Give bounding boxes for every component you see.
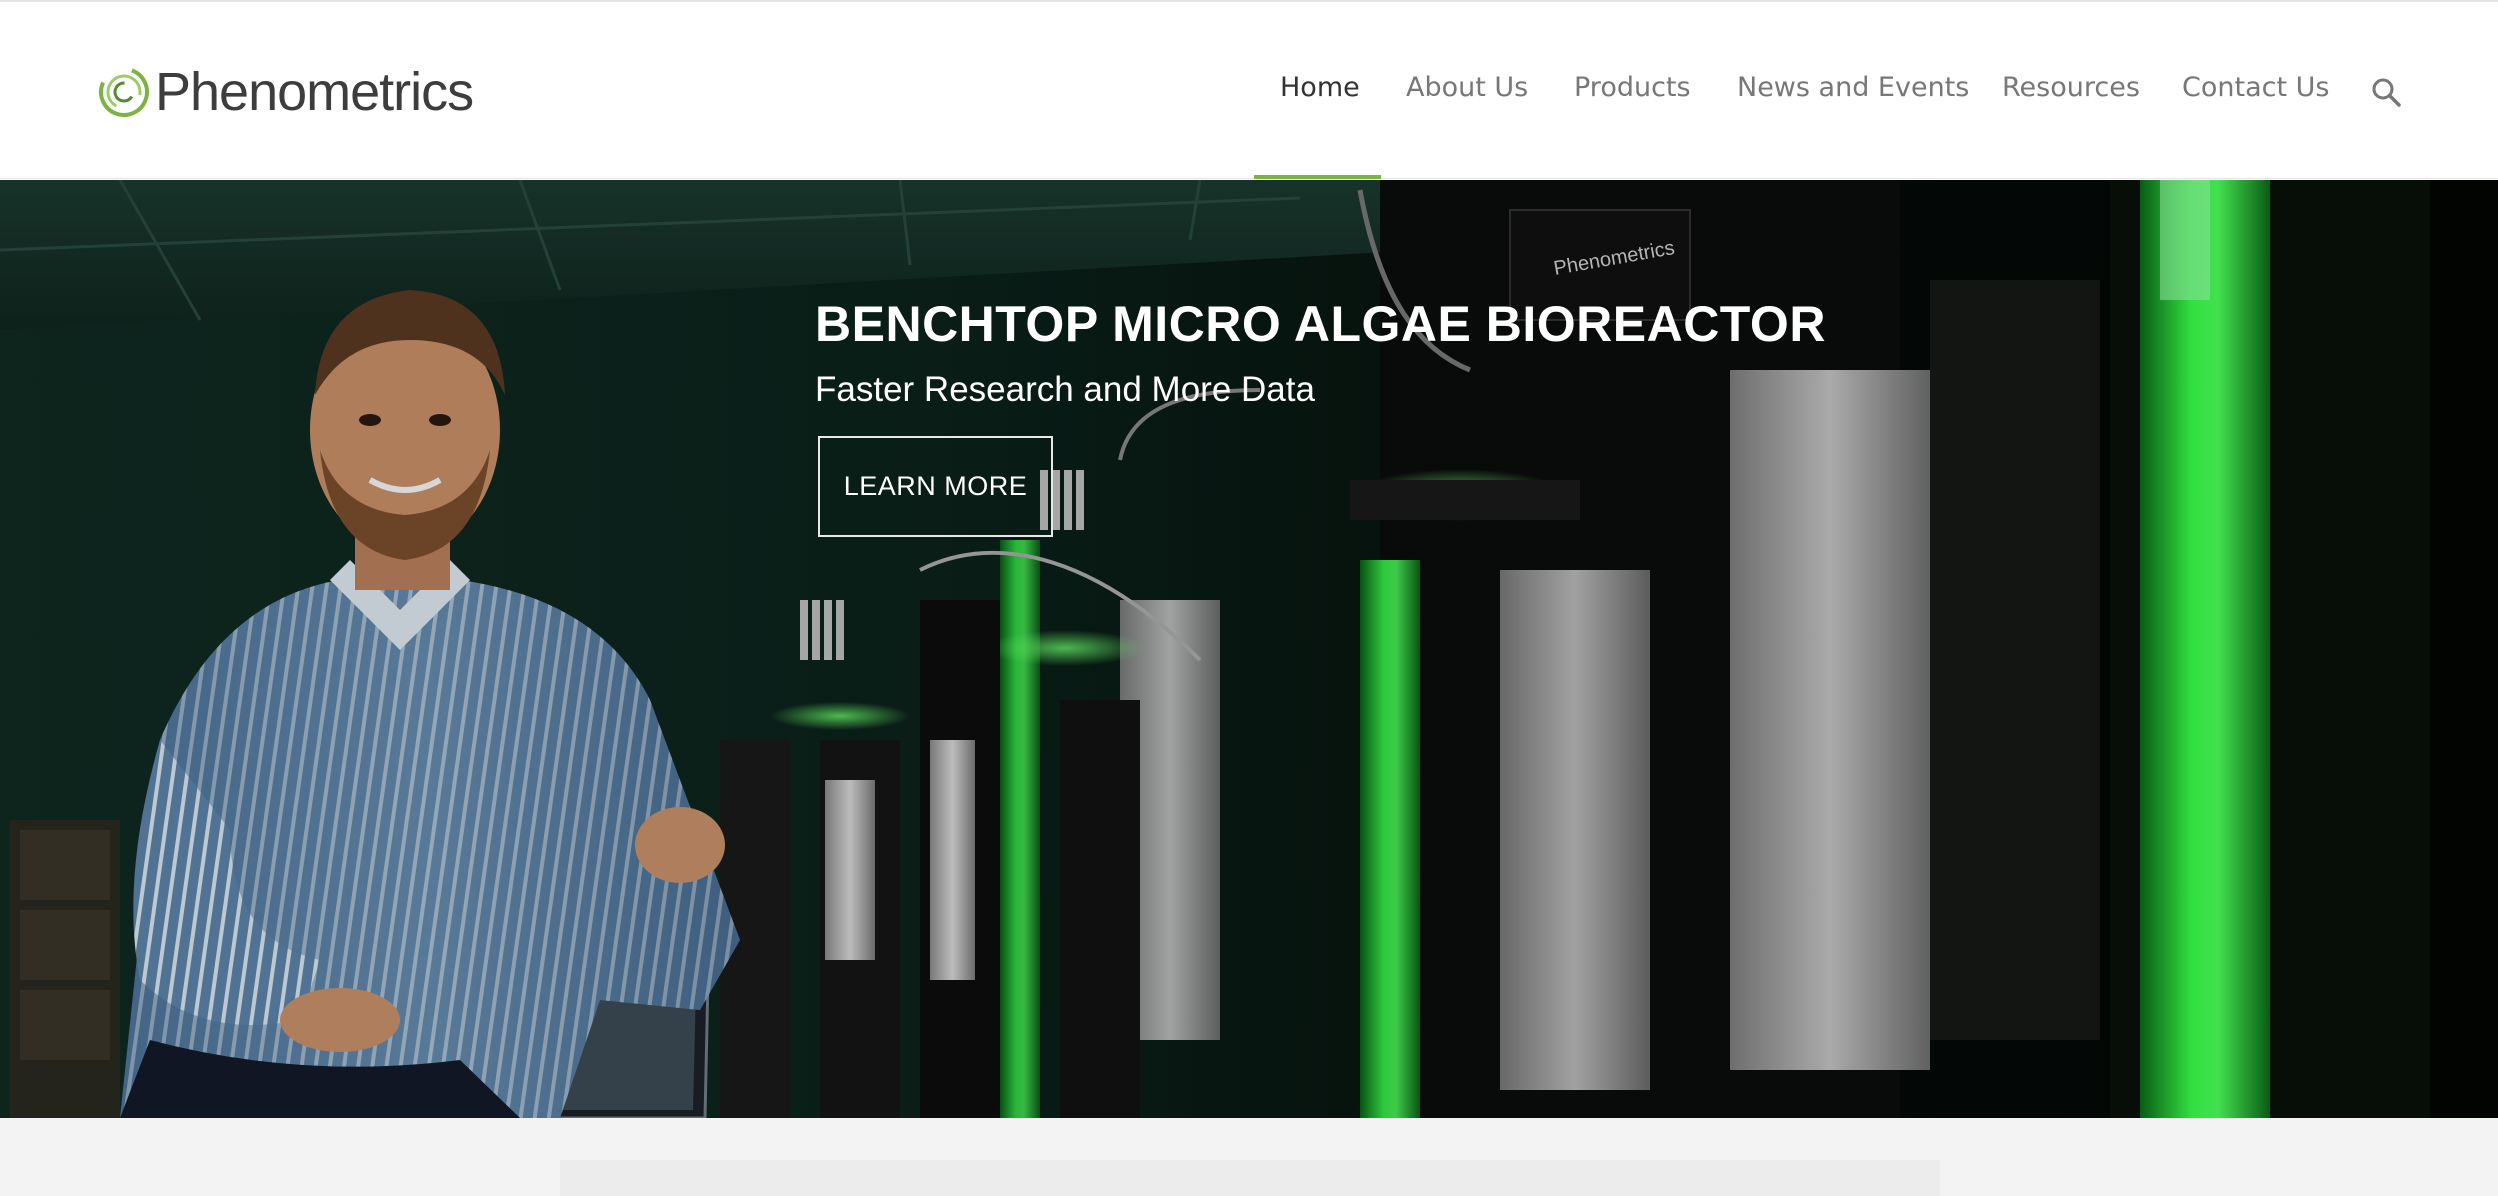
learn-more-button[interactable]: LEARN MORE: [818, 436, 1053, 537]
hero-subtitle: Faster Research and More Data: [815, 370, 1315, 409]
nav-products[interactable]: Products: [1574, 72, 1691, 103]
nav-about-us[interactable]: About Us: [1406, 72, 1528, 103]
hero-banner: Phenometrics BENCHTOP MICRO ALGAE BIOREA…: [0, 180, 2498, 1118]
active-nav-indicator: [1254, 175, 1381, 179]
nav-resources[interactable]: Resources: [2002, 72, 2140, 103]
hero-title: BENCHTOP MICRO ALGAE BIOREACTOR: [815, 296, 1826, 352]
nav-contact-us[interactable]: Contact Us: [2182, 72, 2329, 103]
search-icon[interactable]: [2370, 76, 2402, 108]
nav-news-and-events[interactable]: News and Events: [1737, 72, 1969, 103]
main-nav: Home About Us Products News and Events R…: [0, 2, 2498, 179]
content-section-shadow: [560, 1160, 1940, 1196]
nav-home[interactable]: Home: [1280, 72, 1360, 103]
site-header: Phenometrics Home About Us Products News…: [0, 2, 2498, 179]
